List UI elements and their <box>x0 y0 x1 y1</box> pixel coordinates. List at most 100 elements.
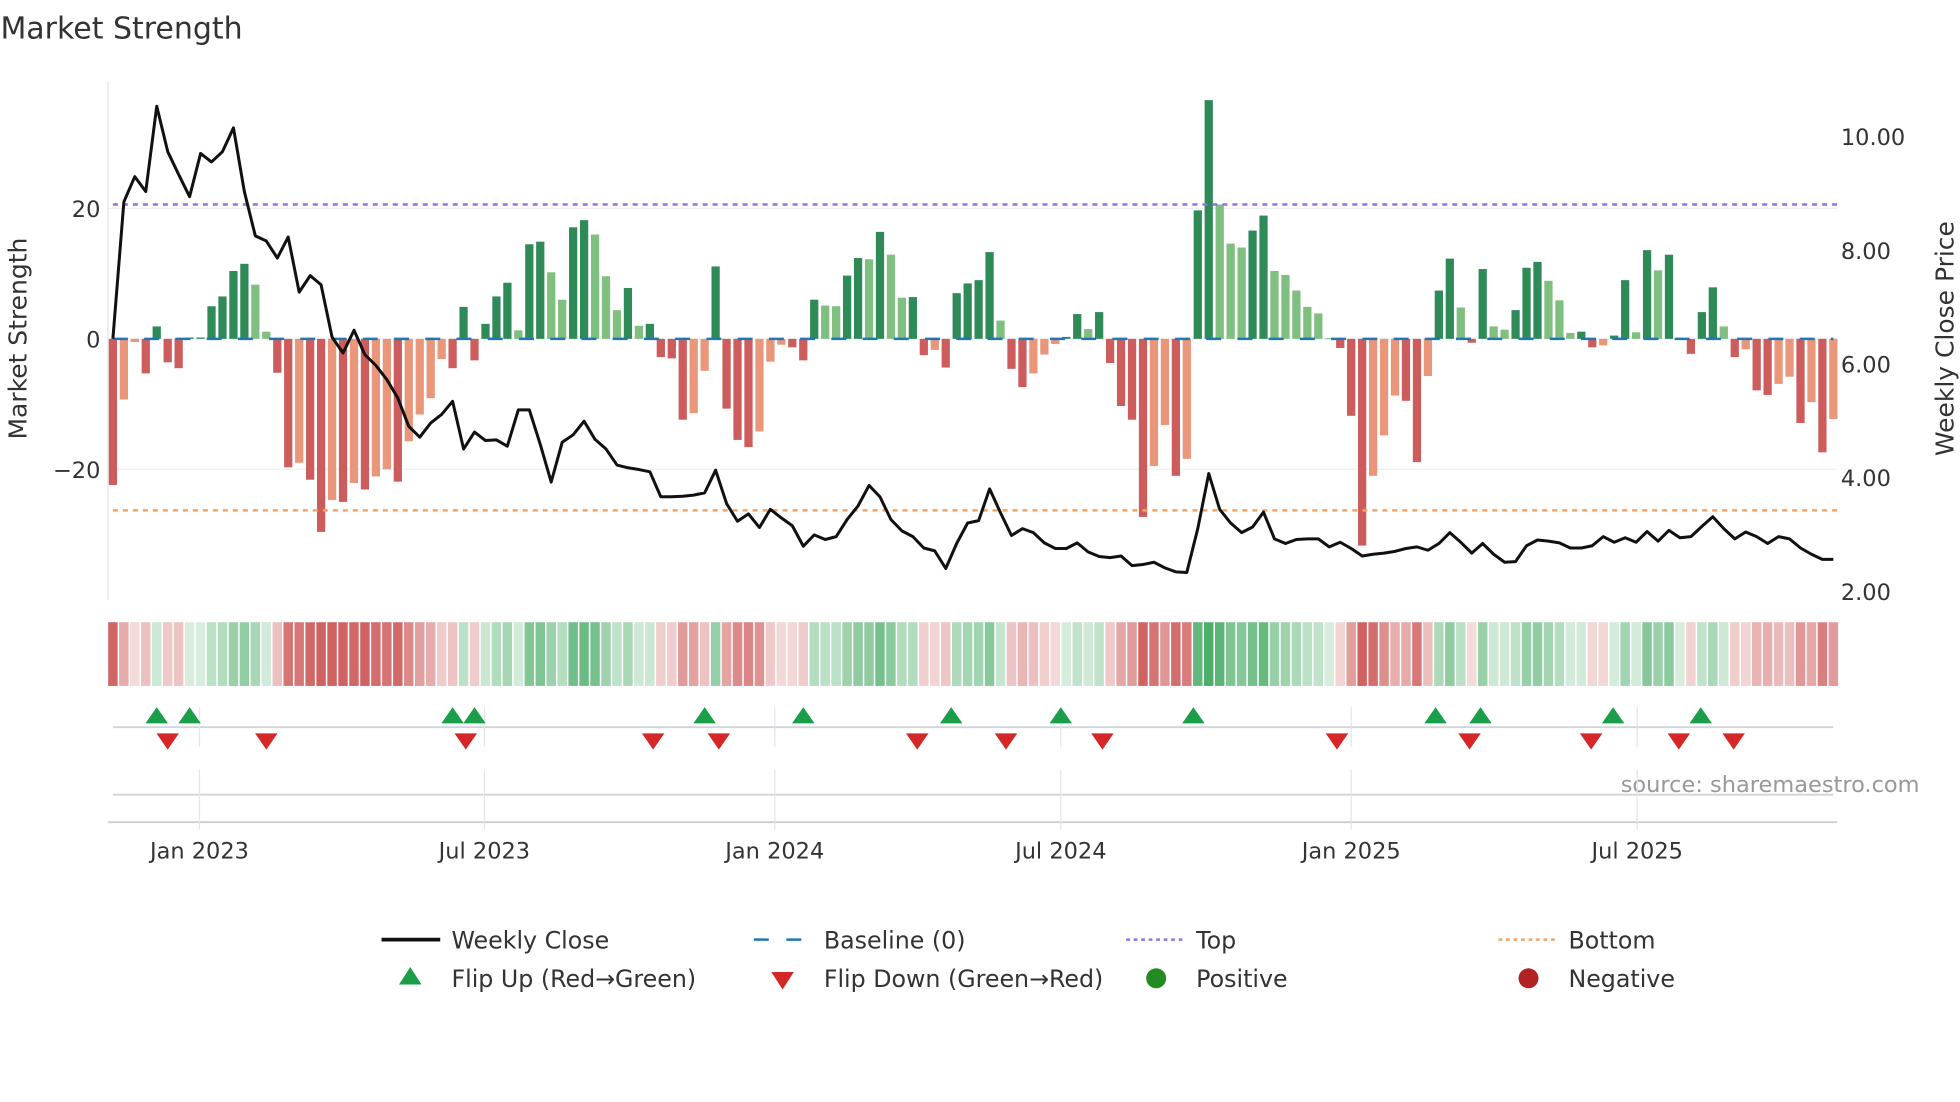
strength-bar <box>1412 338 1422 463</box>
triangle-up-icon <box>399 967 422 985</box>
heat-strip-cell <box>1006 622 1017 686</box>
heat-strip-cell <box>875 622 885 686</box>
heat-strip-cell <box>1806 622 1817 686</box>
heat-strip-cell <box>1477 622 1488 686</box>
legend-item-weekly-close: Weekly Close <box>381 926 609 954</box>
strength-bar <box>930 338 939 350</box>
heat-strip-cell <box>1346 622 1356 686</box>
heat-strip-cell <box>1642 622 1652 686</box>
strength-bar <box>1105 338 1115 363</box>
flip-down-marker <box>994 733 1018 750</box>
strength-bar <box>678 338 687 420</box>
heat-strip-cell <box>634 622 644 686</box>
strength-bar <box>338 338 348 502</box>
heat-strip-cell <box>1171 622 1181 686</box>
heat-strip-cell <box>1028 622 1039 686</box>
strength-bar <box>196 337 205 339</box>
triangle-down-icon <box>771 972 794 990</box>
heat-strip-cell <box>130 622 140 686</box>
heat-strip-cell <box>1543 622 1554 686</box>
heat-strip-cell <box>1269 622 1280 686</box>
x-tick-label: Jan 2025 <box>1300 838 1401 864</box>
heat-strip-cell <box>1554 622 1565 686</box>
strength-bar <box>656 338 665 358</box>
strength-bar <box>1522 267 1531 339</box>
heat-strip-cell <box>316 622 326 686</box>
heat-strip-cell <box>1127 622 1137 686</box>
strength-bar <box>689 338 698 414</box>
heat-strip-cell <box>239 622 250 686</box>
heat-strip-cell <box>1083 622 1093 686</box>
strength-bar <box>1358 338 1367 546</box>
heat-strip-cell <box>1368 622 1378 686</box>
heat-strip-cell <box>447 622 458 686</box>
strength-bar <box>481 323 490 339</box>
heat-strip-cell <box>798 622 809 686</box>
heat-strip-cell <box>393 622 403 686</box>
flip-down-marker <box>1722 733 1745 750</box>
heat-strip-cell <box>623 622 633 686</box>
strength-bar <box>284 338 293 468</box>
strength-bar <box>1445 258 1454 339</box>
heat-strip-cell <box>688 622 699 686</box>
heat-strip-cell <box>1795 622 1806 686</box>
heat-strip-cell <box>1390 622 1400 686</box>
heat-strip-cell <box>853 622 863 686</box>
heat-strip-cell <box>1039 622 1050 686</box>
strength-bar <box>163 338 172 363</box>
heat-strip-cell <box>831 622 841 686</box>
strength-bar <box>273 338 282 373</box>
strength-bar <box>1390 338 1400 396</box>
strength-bar <box>1500 329 1509 339</box>
strength-bar <box>437 338 446 360</box>
left-tick-label: 20 <box>72 197 101 223</box>
strength-bar <box>1664 254 1674 339</box>
right-tick-label: 2.00 <box>1841 580 1891 606</box>
heat-strip-cell <box>579 622 589 686</box>
strength-bar <box>316 338 326 532</box>
right-axis-label: Weekly Close Price <box>1930 221 1959 456</box>
heat-strip-cell <box>458 622 469 686</box>
heat-strip-cell <box>349 622 359 686</box>
heat-strip-cell <box>184 622 195 686</box>
right-tick-label: 10.00 <box>1841 125 1905 151</box>
strength-bar <box>1347 338 1356 416</box>
heat-strip-cell <box>776 622 787 686</box>
heat-strip-cell <box>667 622 677 686</box>
heat-strip-cell <box>984 622 995 686</box>
strength-bar <box>503 282 512 339</box>
heat-strip-cell <box>557 622 567 686</box>
strength-bar <box>349 338 359 483</box>
heat-strip-cell <box>908 622 918 686</box>
heat-strip-cell <box>787 622 798 686</box>
strength-bar <box>1621 280 1630 339</box>
strength-bar <box>810 299 819 339</box>
strength-heat-strip <box>108 622 1839 686</box>
heat-strip-cell <box>1521 622 1532 686</box>
strength-bar <box>1215 204 1224 339</box>
heat-strip-cell <box>1828 622 1839 686</box>
legend-item-bottom: Bottom <box>1498 926 1655 954</box>
heat-strip-cell <box>162 622 173 686</box>
heat-strip-cell <box>1236 622 1247 686</box>
heat-strip-cell <box>425 622 436 686</box>
heat-strip-cell <box>1280 622 1291 686</box>
strength-bar <box>174 338 183 369</box>
strength-bar <box>722 338 731 409</box>
strength-bar <box>755 338 764 432</box>
left-axis-label: Market Strength <box>4 238 33 440</box>
flip-down-marker <box>1579 733 1603 750</box>
flip-down-marker <box>641 733 665 750</box>
heat-strip-cell <box>897 622 907 686</box>
heat-strip-cell <box>1434 622 1444 686</box>
heat-strip-cell <box>513 622 524 686</box>
heat-strip-cell <box>645 622 655 686</box>
strength-bar <box>1807 338 1816 403</box>
heat-strip-cell <box>1094 622 1104 686</box>
heat-strip-cell <box>206 622 217 686</box>
strength-bar <box>1237 247 1246 339</box>
x-tick-label: Jul 2023 <box>437 838 530 864</box>
x-tick-label: Jan 2024 <box>723 838 824 864</box>
heat-strip-cell <box>524 622 535 686</box>
heat-strip-cell <box>1379 622 1389 686</box>
